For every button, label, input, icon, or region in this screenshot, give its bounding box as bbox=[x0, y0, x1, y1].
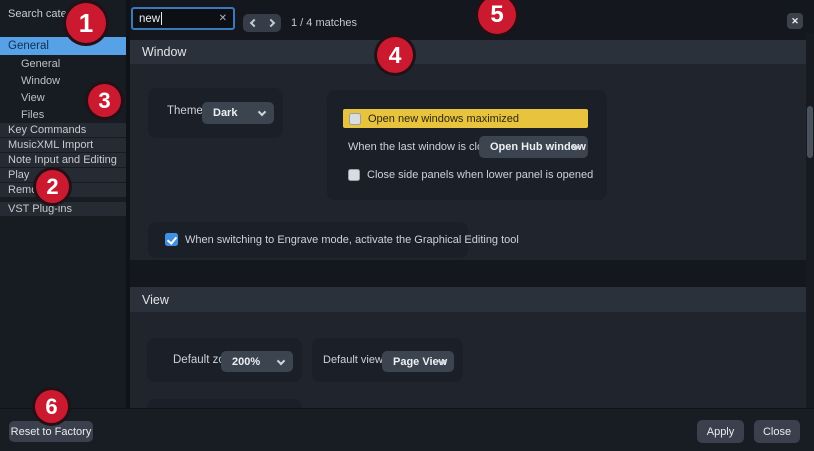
callout-badge-3: 3 bbox=[85, 81, 124, 120]
default-zoom-panel: Default zoom: 200% bbox=[147, 338, 302, 382]
chevron-left-icon bbox=[249, 19, 257, 27]
option-engrave-mode[interactable]: When switching to Engrave mode, activate… bbox=[165, 233, 519, 246]
callout-badge-1: 1 bbox=[63, 0, 109, 46]
default-zoom-value: 200% bbox=[221, 356, 260, 368]
section-header-window: Window bbox=[130, 40, 806, 64]
search-toolbar: new ✕ 1 / 4 matches ✕ bbox=[130, 0, 814, 33]
chevron-down-icon bbox=[277, 356, 285, 364]
default-zoom-dropdown[interactable]: 200% bbox=[221, 351, 293, 372]
sidebar-item-musicxml-import[interactable]: MusicXML Import bbox=[0, 138, 126, 152]
previous-match-button[interactable] bbox=[243, 14, 262, 32]
window-options-panel: Open new windows maximized When the last… bbox=[327, 90, 607, 200]
search-input[interactable]: new ✕ bbox=[131, 7, 235, 30]
callout-badge-4: 4 bbox=[374, 34, 416, 76]
open-maximized-checkbox[interactable] bbox=[349, 113, 361, 125]
text-cursor bbox=[161, 12, 162, 25]
category-sidebar: Search categories General General Window… bbox=[0, 0, 127, 408]
section-title: Window bbox=[142, 45, 186, 59]
preferences-dialog: Search categories General General Window… bbox=[0, 0, 814, 451]
theme-label: Theme: bbox=[167, 105, 206, 117]
option-open-maximized-highlighted[interactable]: Open new windows maximized bbox=[343, 109, 588, 128]
callout-badge-6: 6 bbox=[32, 387, 71, 426]
default-view-type-panel: Default view type: Page View bbox=[312, 338, 463, 382]
sidebar-item-note-input[interactable]: Note Input and Editing bbox=[0, 153, 126, 167]
engrave-mode-label: When switching to Engrave mode, activate… bbox=[185, 234, 519, 246]
clear-search-icon[interactable]: ✕ bbox=[219, 14, 227, 24]
match-navigation bbox=[243, 14, 281, 32]
theme-dropdown[interactable]: Dark bbox=[202, 102, 274, 124]
close-button[interactable]: Close bbox=[754, 420, 800, 443]
close-side-panels-checkbox[interactable] bbox=[348, 169, 360, 181]
section-header-view: View bbox=[130, 287, 806, 312]
section-title: View bbox=[142, 293, 169, 307]
close-icon: ✕ bbox=[791, 16, 799, 27]
last-window-value: Open Hub window bbox=[479, 141, 586, 153]
open-maximized-label: Open new windows maximized bbox=[368, 113, 519, 125]
next-match-button[interactable] bbox=[262, 14, 281, 32]
match-count-label: 1 / 4 matches bbox=[291, 17, 357, 29]
sidebar-item-general[interactable]: General bbox=[0, 37, 126, 55]
chevron-down-icon bbox=[258, 108, 266, 116]
apply-button[interactable]: Apply bbox=[697, 420, 744, 443]
chevron-right-icon bbox=[266, 19, 274, 27]
theme-panel: Theme: Dark bbox=[148, 88, 283, 138]
sidebar-item-key-commands[interactable]: Key Commands bbox=[0, 123, 126, 137]
dialog-footer: Reset to Factory Apply Close bbox=[0, 408, 814, 451]
default-view-type-dropdown[interactable]: Page View bbox=[382, 351, 454, 372]
callout-badge-2: 2 bbox=[33, 167, 72, 206]
partial-panel bbox=[147, 399, 302, 408]
sidebar-subitem-general[interactable]: General bbox=[0, 55, 126, 72]
theme-value: Dark bbox=[202, 107, 237, 119]
last-window-dropdown[interactable]: Open Hub window bbox=[479, 136, 588, 158]
engrave-mode-checkbox[interactable] bbox=[165, 233, 178, 246]
close-side-panels-label: Close side panels when lower panel is op… bbox=[367, 169, 593, 181]
engrave-option-panel: When switching to Engrave mode, activate… bbox=[148, 222, 468, 258]
close-search-button[interactable]: ✕ bbox=[787, 13, 803, 29]
option-close-side-panels[interactable]: Close side panels when lower panel is op… bbox=[348, 169, 593, 181]
scrollbar-thumb[interactable] bbox=[807, 106, 813, 158]
sidebar-item-vst-plugins[interactable]: VST Plug-ins bbox=[0, 202, 126, 216]
vertical-scrollbar[interactable] bbox=[806, 33, 814, 408]
search-query-text: new bbox=[139, 13, 160, 25]
